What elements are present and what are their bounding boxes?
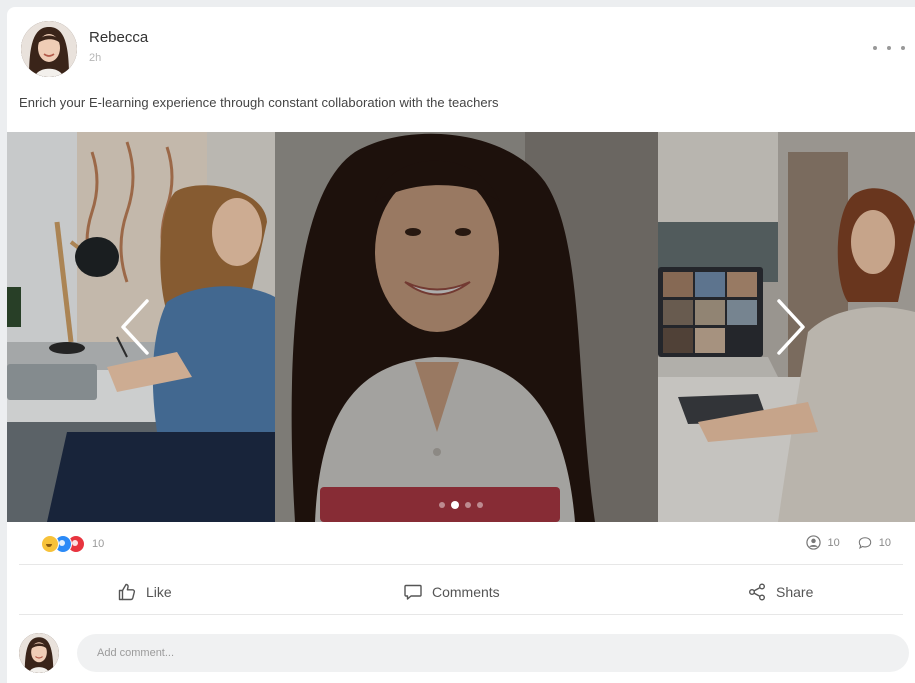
more-dot-icon <box>873 46 877 50</box>
add-comment-input[interactable] <box>77 634 909 672</box>
more-dot-icon <box>887 46 891 50</box>
thumbs-up-icon <box>118 583 136 601</box>
share-button[interactable]: Share <box>747 569 813 615</box>
carousel-pagination <box>439 501 483 509</box>
speech-bubble-icon <box>858 536 871 549</box>
divider <box>19 614 903 615</box>
comments-label: Comments <box>432 584 500 600</box>
haha-reaction-icon <box>41 535 59 553</box>
author-avatar[interactable] <box>21 21 77 77</box>
more-dot-icon <box>901 46 905 50</box>
views-stat[interactable]: 10 <box>805 535 840 550</box>
image-carousel[interactable] <box>7 132 915 522</box>
chevron-left-icon <box>121 299 149 355</box>
carousel-slide-smiling-woman <box>275 132 658 522</box>
chat-bubble-icon <box>404 584 422 600</box>
post-timestamp: 2h <box>89 52 102 64</box>
views-count: 10 <box>827 536 840 549</box>
comments-button[interactable]: Comments <box>403 569 500 615</box>
divider <box>19 564 903 565</box>
reactions-count: 10 <box>92 538 105 550</box>
carousel-dot-active[interactable] <box>451 501 459 509</box>
carousel-dot[interactable] <box>477 502 483 508</box>
reactions-summary[interactable]: 10 <box>41 535 104 553</box>
like-label: Like <box>146 584 172 600</box>
carousel-dot[interactable] <box>465 502 471 508</box>
author-name[interactable]: Rebecca <box>89 29 148 46</box>
post-caption: Enrich your E-learning experience throug… <box>19 95 499 110</box>
share-icon <box>749 583 765 601</box>
like-button[interactable]: Like <box>117 569 172 615</box>
carousel-next-button[interactable] <box>769 297 809 357</box>
chevron-right-icon <box>777 299 805 355</box>
post-stats: 10 10 <box>788 535 891 550</box>
more-options-button[interactable] <box>873 41 905 55</box>
carousel-dot[interactable] <box>439 502 445 508</box>
user-circle-icon <box>805 535 821 550</box>
post-card: Rebecca 2h Enrich your E-learning experi… <box>7 7 915 683</box>
share-label: Share <box>776 584 814 600</box>
comments-stat[interactable]: 10 <box>858 536 891 550</box>
current-user-avatar[interactable] <box>19 633 59 673</box>
post-actions: Like Comments Share <box>7 569 915 615</box>
comment-count: 10 <box>878 536 891 549</box>
carousel-prev-button[interactable] <box>117 297 157 357</box>
